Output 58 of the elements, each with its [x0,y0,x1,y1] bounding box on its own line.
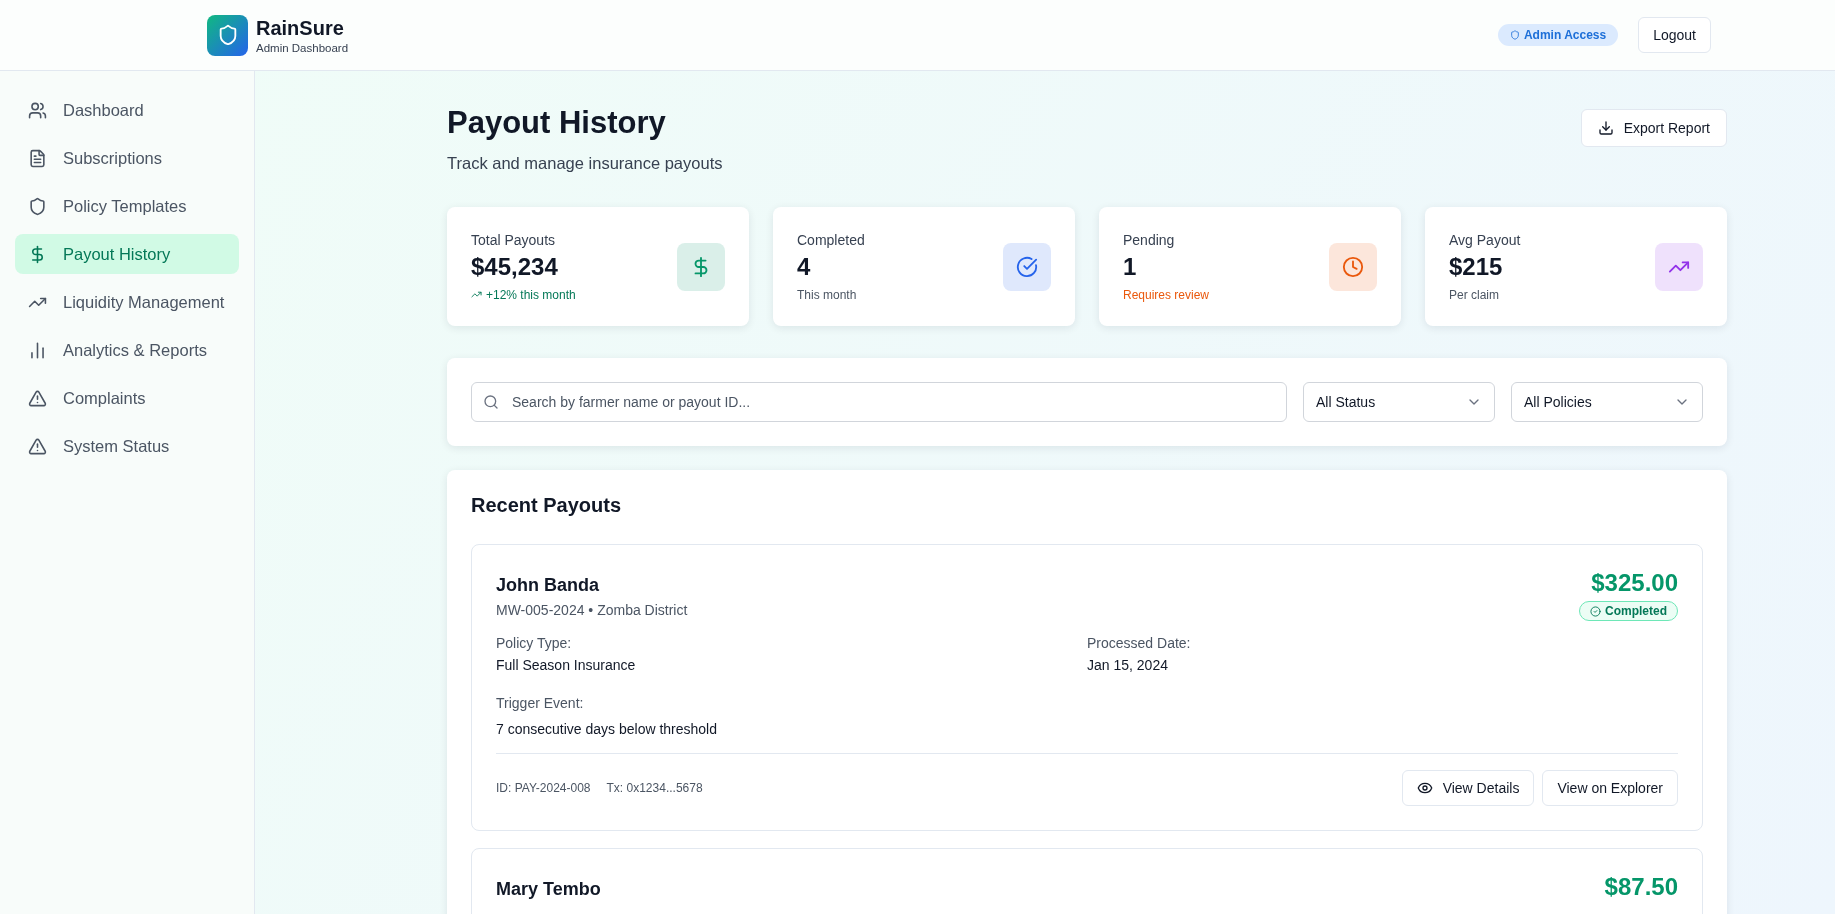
stat-note: Requires review [1123,287,1210,302]
eye-icon [1416,780,1433,796]
sidebar-item[interactable]: Subscriptions [15,138,239,178]
stat-value: 4 [797,252,812,281]
sidebar-item[interactable]: Complaints [15,378,239,418]
stat-label: Completed [797,231,865,248]
export-report-button[interactable]: Export Report [1580,109,1727,147]
stat-label: Avg Payout [1449,231,1521,248]
transaction-hash: Tx: 0x1234...5678 [606,781,703,795]
sidebar-item[interactable]: Policy Templates [15,186,239,226]
page-title: Payout History [447,105,667,141]
document-icon [28,148,47,168]
stat-label: Pending [1123,231,1176,248]
farmer-name: John Banda [496,575,600,596]
brand-subtitle: Admin Dashboard [256,41,349,54]
stat-value: 1 [1123,252,1138,281]
field-value: 7 consecutive days below threshold [496,721,719,737]
farmer-name: Mary Tembo [496,879,601,900]
bar-chart-icon [28,340,47,360]
logout-button[interactable]: Logout [1638,17,1711,53]
stat-value: $215 [1449,252,1504,281]
users-icon [28,100,47,120]
stat-note: This month [797,287,857,302]
field-label: Trigger Event: [496,695,585,711]
sidebar-item[interactable]: Dashboard [15,90,239,130]
download-icon [1597,120,1614,136]
stat-label: Total Payouts [471,231,557,248]
view-on-explorer-button[interactable]: View on Explorer [1542,770,1678,806]
search-field[interactable]: Search by farmer name or payout ID... [471,382,1287,422]
field-value: Full Season Insurance [496,657,637,673]
field-label: Policy Type: [496,635,573,651]
trend-up-icon [471,289,482,300]
page-subtitle: Track and manage insurance payouts [447,154,723,173]
farmer-reference: MW-005-2024 • Zomba District [496,602,688,618]
field-label: Processed Date: [1087,635,1192,651]
payout-id: ID: PAY-2024-008 [496,781,591,795]
stat-value: $45,234 [471,252,559,281]
admin-access-badge: Admin Access [1497,24,1619,46]
filter-dropdown[interactable]: All Policies [1511,382,1703,422]
section-title: Recent Payouts [471,494,623,517]
warning-icon [28,388,47,408]
field-value: Jan 15, 2024 [1087,657,1169,673]
brand-name: RainSure [256,16,345,40]
status-badge: Completed [1579,601,1678,621]
warning-icon [28,436,47,456]
search-icon [483,394,499,410]
payout-amount: $87.50 [1604,873,1678,901]
sidebar-item[interactable]: System Status [15,426,239,466]
shield-logo-icon [207,14,248,56]
sidebar-item[interactable]: Liquidity Management [15,282,239,322]
payout-amount: $325.00 [1591,569,1678,597]
stat-note: +12% this month [486,287,576,302]
stat-note: Per claim [1449,287,1499,302]
sidebar-item[interactable]: Analytics & Reports [15,330,239,370]
view-details-button[interactable]: View Details [1401,770,1535,806]
filter-dropdown[interactable]: All Status [1303,382,1495,422]
shield-icon [28,196,47,216]
sidebar-item[interactable]: Payout History [15,234,239,274]
